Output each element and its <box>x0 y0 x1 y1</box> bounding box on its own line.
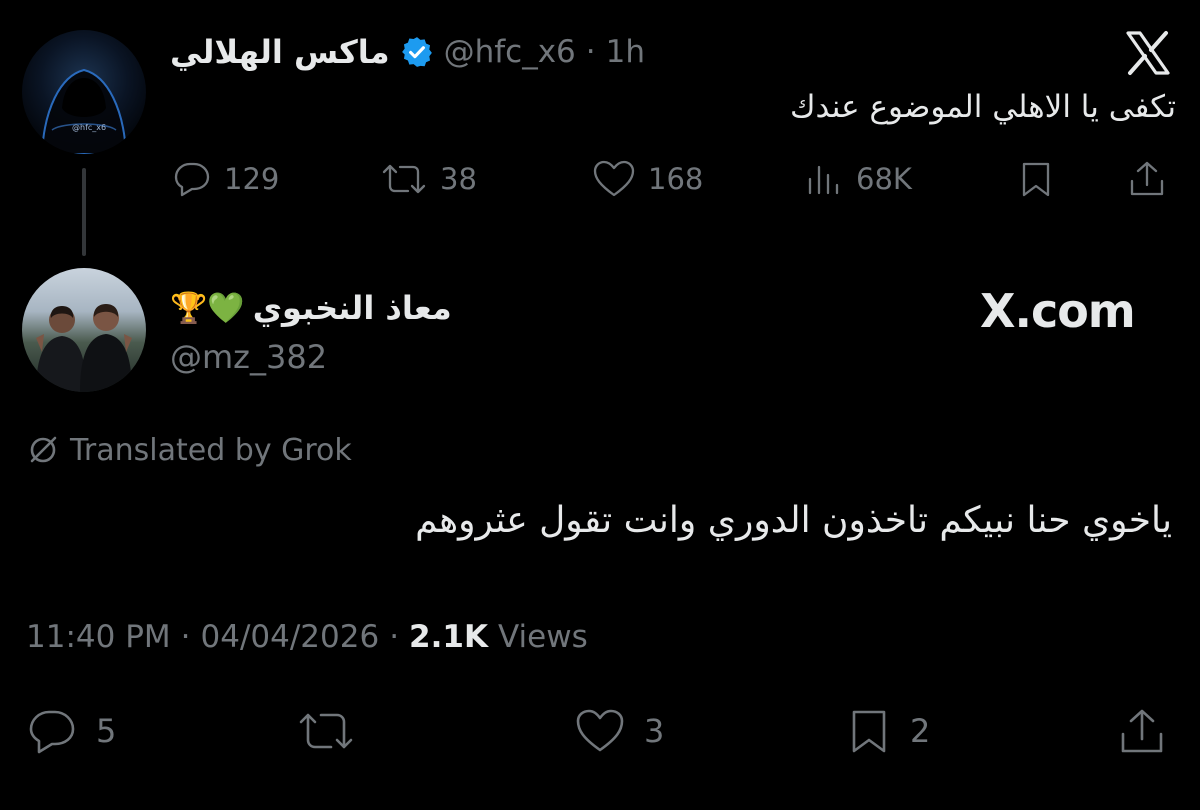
bookmark-icon <box>852 710 886 753</box>
avatar-caption: @hfc_x6 <box>72 123 107 132</box>
heart-icon <box>593 160 635 197</box>
repost-icon <box>382 164 426 194</box>
reply-views-label: Views <box>498 619 588 655</box>
parent-avatar[interactable]: @hfc_x6 <box>22 30 146 154</box>
xcom-watermark: X.com <box>980 284 1136 338</box>
reply-header: 🏆💚 معاذ النخبوي <box>170 284 452 332</box>
parent-separator: · <box>585 34 596 70</box>
parent-reply-action[interactable]: 129 <box>172 158 279 200</box>
parent-handle[interactable]: @hfc_x6 <box>444 34 576 70</box>
parent-views-action[interactable]: 68K <box>804 158 912 200</box>
reply-meta: 11:40 PM · 04/04/2026 · 2.1K Views <box>26 614 588 660</box>
parent-like-action[interactable]: 168 <box>592 158 703 200</box>
bookmark-icon <box>1022 162 1050 197</box>
reply-like-count: 3 <box>644 712 665 750</box>
hooded-figure-icon <box>40 68 128 154</box>
two-players-photo-icon <box>36 304 132 392</box>
share-icon <box>1130 161 1164 196</box>
reply-repost-action[interactable] <box>296 706 356 756</box>
parent-repost-count: 38 <box>440 162 477 196</box>
translated-by-label[interactable]: Translated by Grok <box>70 433 352 468</box>
reply-icon <box>174 162 210 197</box>
reply-reply-action[interactable]: 5 <box>26 706 116 756</box>
thread-line <box>82 168 86 256</box>
x-logo-icon[interactable] <box>1124 30 1172 76</box>
grok-slash-icon <box>30 436 57 463</box>
heart-icon <box>576 709 624 752</box>
parent-share-action[interactable] <box>1126 158 1168 200</box>
parent-time[interactable]: 1h <box>606 34 645 70</box>
reply-view-count: 2.1K <box>409 619 488 655</box>
meta-separator: · <box>180 619 191 655</box>
meta-separator: · <box>389 619 400 655</box>
reply-avatar[interactable] <box>22 268 146 392</box>
translation-notice: Translated by Grok <box>26 430 352 470</box>
parent-header: @hfc_x6 · 1h ماكس الهلالي <box>170 28 645 76</box>
reply-name-emojis: 🏆💚 <box>170 290 245 326</box>
views-chart-icon <box>808 165 839 195</box>
reply-handle[interactable]: @mz_382 <box>170 338 327 376</box>
xcom-watermark-text: X.com <box>980 284 1136 338</box>
parent-repost-action[interactable]: 38 <box>380 158 477 200</box>
reply-display-name[interactable]: معاذ النخبوي <box>253 289 452 327</box>
reply-bookmark-action[interactable]: 2 <box>846 706 930 756</box>
share-icon <box>1121 709 1163 753</box>
verified-badge-icon <box>400 35 434 69</box>
parent-display-name[interactable]: ماكس الهلالي <box>170 33 390 71</box>
parent-like-count: 168 <box>648 162 704 196</box>
reply-icon <box>29 710 75 754</box>
reply-date[interactable]: 04/04/2026 <box>201 619 380 655</box>
reply-time[interactable]: 11:40 PM <box>26 619 171 655</box>
reply-reply-count: 5 <box>96 712 117 750</box>
repost-icon <box>299 713 353 749</box>
parent-view-count: 68K <box>856 162 912 196</box>
reply-bookmark-count: 2 <box>910 712 931 750</box>
reply-like-action[interactable]: 3 <box>574 706 664 756</box>
parent-bookmark-action[interactable] <box>1018 158 1054 200</box>
parent-tweet-text: تكفى يا الاهلي الموضوع عندك <box>789 89 1176 125</box>
reply-share-action[interactable] <box>1116 706 1168 756</box>
reply-tweet-text: ياخوي حنا نبيكم تاخذون الدوري وانت تقول … <box>415 500 1172 541</box>
parent-reply-count: 129 <box>224 162 280 196</box>
